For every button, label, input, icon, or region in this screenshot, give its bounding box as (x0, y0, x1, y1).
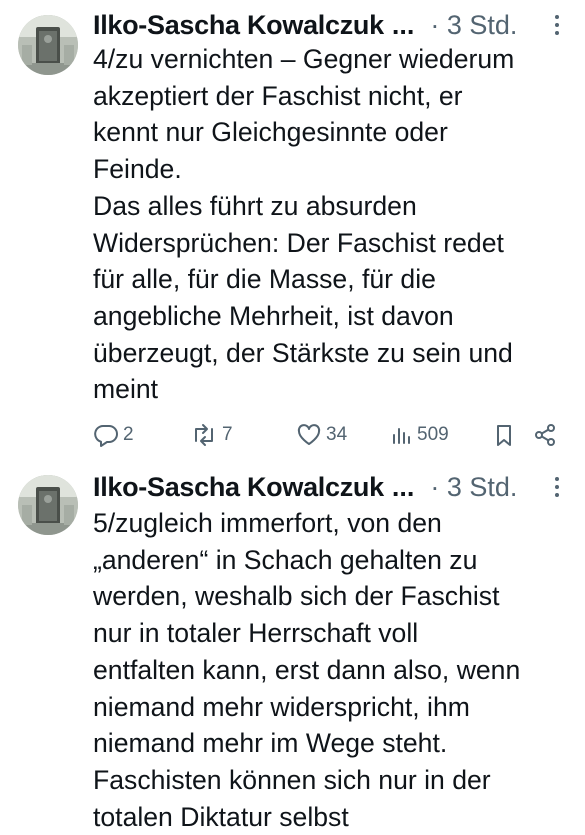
more-icon[interactable] (545, 7, 569, 43)
share-button[interactable] (533, 417, 557, 453)
tweet-text: 4/zu vernichten – Gegner wiederum akzept… (93, 41, 573, 408)
tweet-text-line: Widersprüchen: Der Faschist redet (93, 227, 504, 258)
bookmark-icon (493, 423, 515, 447)
tweet-text-line: totalen Diktatur selbst (93, 801, 349, 832)
tweet-header: Ilko-Sascha Kowalczuk ... · 3 Std. (93, 5, 563, 45)
views-count: 509 (417, 424, 449, 445)
avatar[interactable] (18, 475, 78, 535)
author-name[interactable]: Ilko-Sascha Kowalczuk (93, 10, 384, 41)
name-truncation: ... (391, 9, 415, 40)
reply-icon (93, 423, 119, 447)
like-icon (296, 423, 322, 447)
tweet-text-line: niemand mehr im Wege steht. (93, 728, 448, 759)
tweet-text-line: nur in totaler Herrschaft voll (93, 618, 419, 649)
tweet-text-line: für alle, für die Masse, für die (93, 264, 436, 295)
share-icon (533, 423, 557, 447)
tweet-text-line: Das alles führt zu absurden (93, 190, 417, 221)
repost-icon (190, 423, 218, 447)
name-truncation: ... (391, 471, 415, 502)
more-icon[interactable] (545, 469, 569, 505)
tweet-text-line: überzeugt, der Stärkste zu sein und (93, 337, 513, 368)
tweet-text-line: Feinde. (93, 154, 182, 185)
tweet-text-line: Faschisten können sich nur in der (93, 764, 491, 795)
reply-button[interactable]: 2 (93, 417, 134, 453)
tweet-header: Ilko-Sascha Kowalczuk ... · 3 Std. (93, 467, 563, 507)
timeline-feed: Ilko-Sascha Kowalczuk ... · 3 Std. 4/zu … (0, 0, 585, 834)
avatar[interactable] (18, 15, 78, 75)
tweet-text-line: „anderen“ in Schach gehalten zu (93, 544, 478, 575)
repost-count: 7 (222, 424, 233, 445)
tweet-actions: 2 7 34 509 (93, 417, 563, 453)
tweet-text-line: 4/zu vernichten – Gegner wiederum (93, 44, 515, 74)
tweet-text: 5/zugleich immerfort, von den „anderen“ … (93, 505, 573, 835)
tweet-text-line: meint (93, 374, 159, 405)
views-button[interactable]: 509 (391, 417, 449, 453)
timestamp[interactable]: · 3 Std. (430, 472, 517, 503)
tweet[interactable]: Ilko-Sascha Kowalczuk ... · 3 Std. 4/zu … (0, 0, 585, 458)
like-button[interactable]: 34 (296, 417, 347, 453)
reply-count: 2 (123, 424, 134, 445)
bookmark-button[interactable] (493, 417, 515, 453)
views-icon (391, 423, 413, 447)
timestamp[interactable]: · 3 Std. (430, 10, 517, 41)
tweet-text-line: werden, weshalb sich der Faschist (93, 581, 500, 612)
tweet[interactable]: Ilko-Sascha Kowalczuk ... · 3 Std. 5/zug… (0, 458, 585, 834)
tweet-text-line: akzeptiert der Faschist nicht, er (93, 80, 463, 111)
tweet-text-line: niemand mehr widerspricht, ihm (93, 691, 470, 722)
author-name[interactable]: Ilko-Sascha Kowalczuk (93, 472, 384, 503)
tweet-text-line: 5/zugleich immerfort, von den (93, 508, 442, 538)
tweet-text-line: entfalten kann, erst dann also, wenn (93, 654, 521, 685)
tweet-text-line: angebliche Mehrheit, ist davon (93, 300, 454, 331)
tweet-text-line: kennt nur Gleichgesinnte oder (93, 117, 448, 148)
like-count: 34 (326, 424, 348, 445)
repost-button[interactable]: 7 (190, 417, 233, 453)
